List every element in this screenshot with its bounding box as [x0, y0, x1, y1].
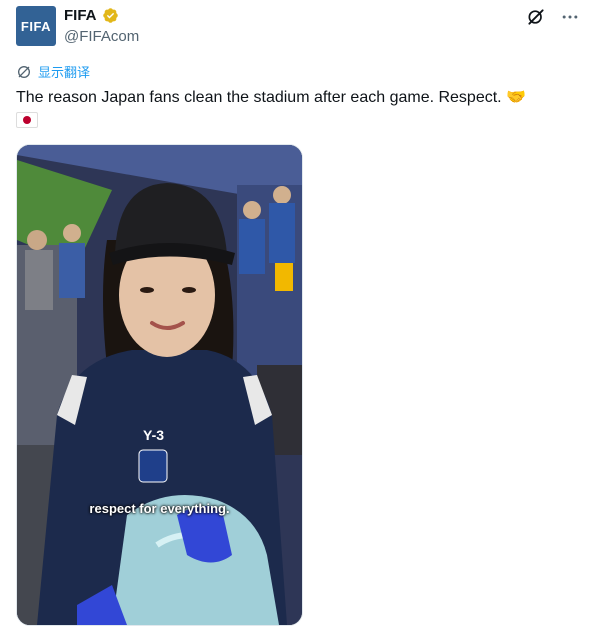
translate-icon	[18, 65, 30, 78]
display-name[interactable]: FIFA	[64, 7, 97, 24]
japan-flag-emoji	[16, 112, 38, 128]
show-translation-label: 显示翻译	[38, 65, 91, 80]
grok-button[interactable]	[525, 6, 547, 28]
verified-badge-icon[interactable]	[102, 7, 119, 24]
author-name-row: FIFA	[64, 7, 119, 24]
avatar[interactable]: FIFA	[16, 6, 56, 46]
show-translation-link[interactable]: 显示翻译	[16, 62, 90, 81]
tweet-actions-top	[525, 6, 581, 28]
video-subtitle: respect for everything.	[89, 501, 230, 516]
video-frame: Y-3	[17, 145, 302, 625]
more-button[interactable]	[559, 6, 581, 28]
tweet-video[interactable]: Y-3 respect for everything.	[16, 144, 303, 626]
avatar-logo-text: FIFA	[20, 18, 52, 34]
grok-icon	[528, 9, 544, 25]
shirt-logo-text: Y-3	[143, 427, 164, 443]
author-handle[interactable]: @FIFAcom	[64, 28, 139, 45]
tweet-text: The reason Japan fans clean the stadium …	[16, 89, 526, 106]
more-icon	[562, 15, 578, 19]
